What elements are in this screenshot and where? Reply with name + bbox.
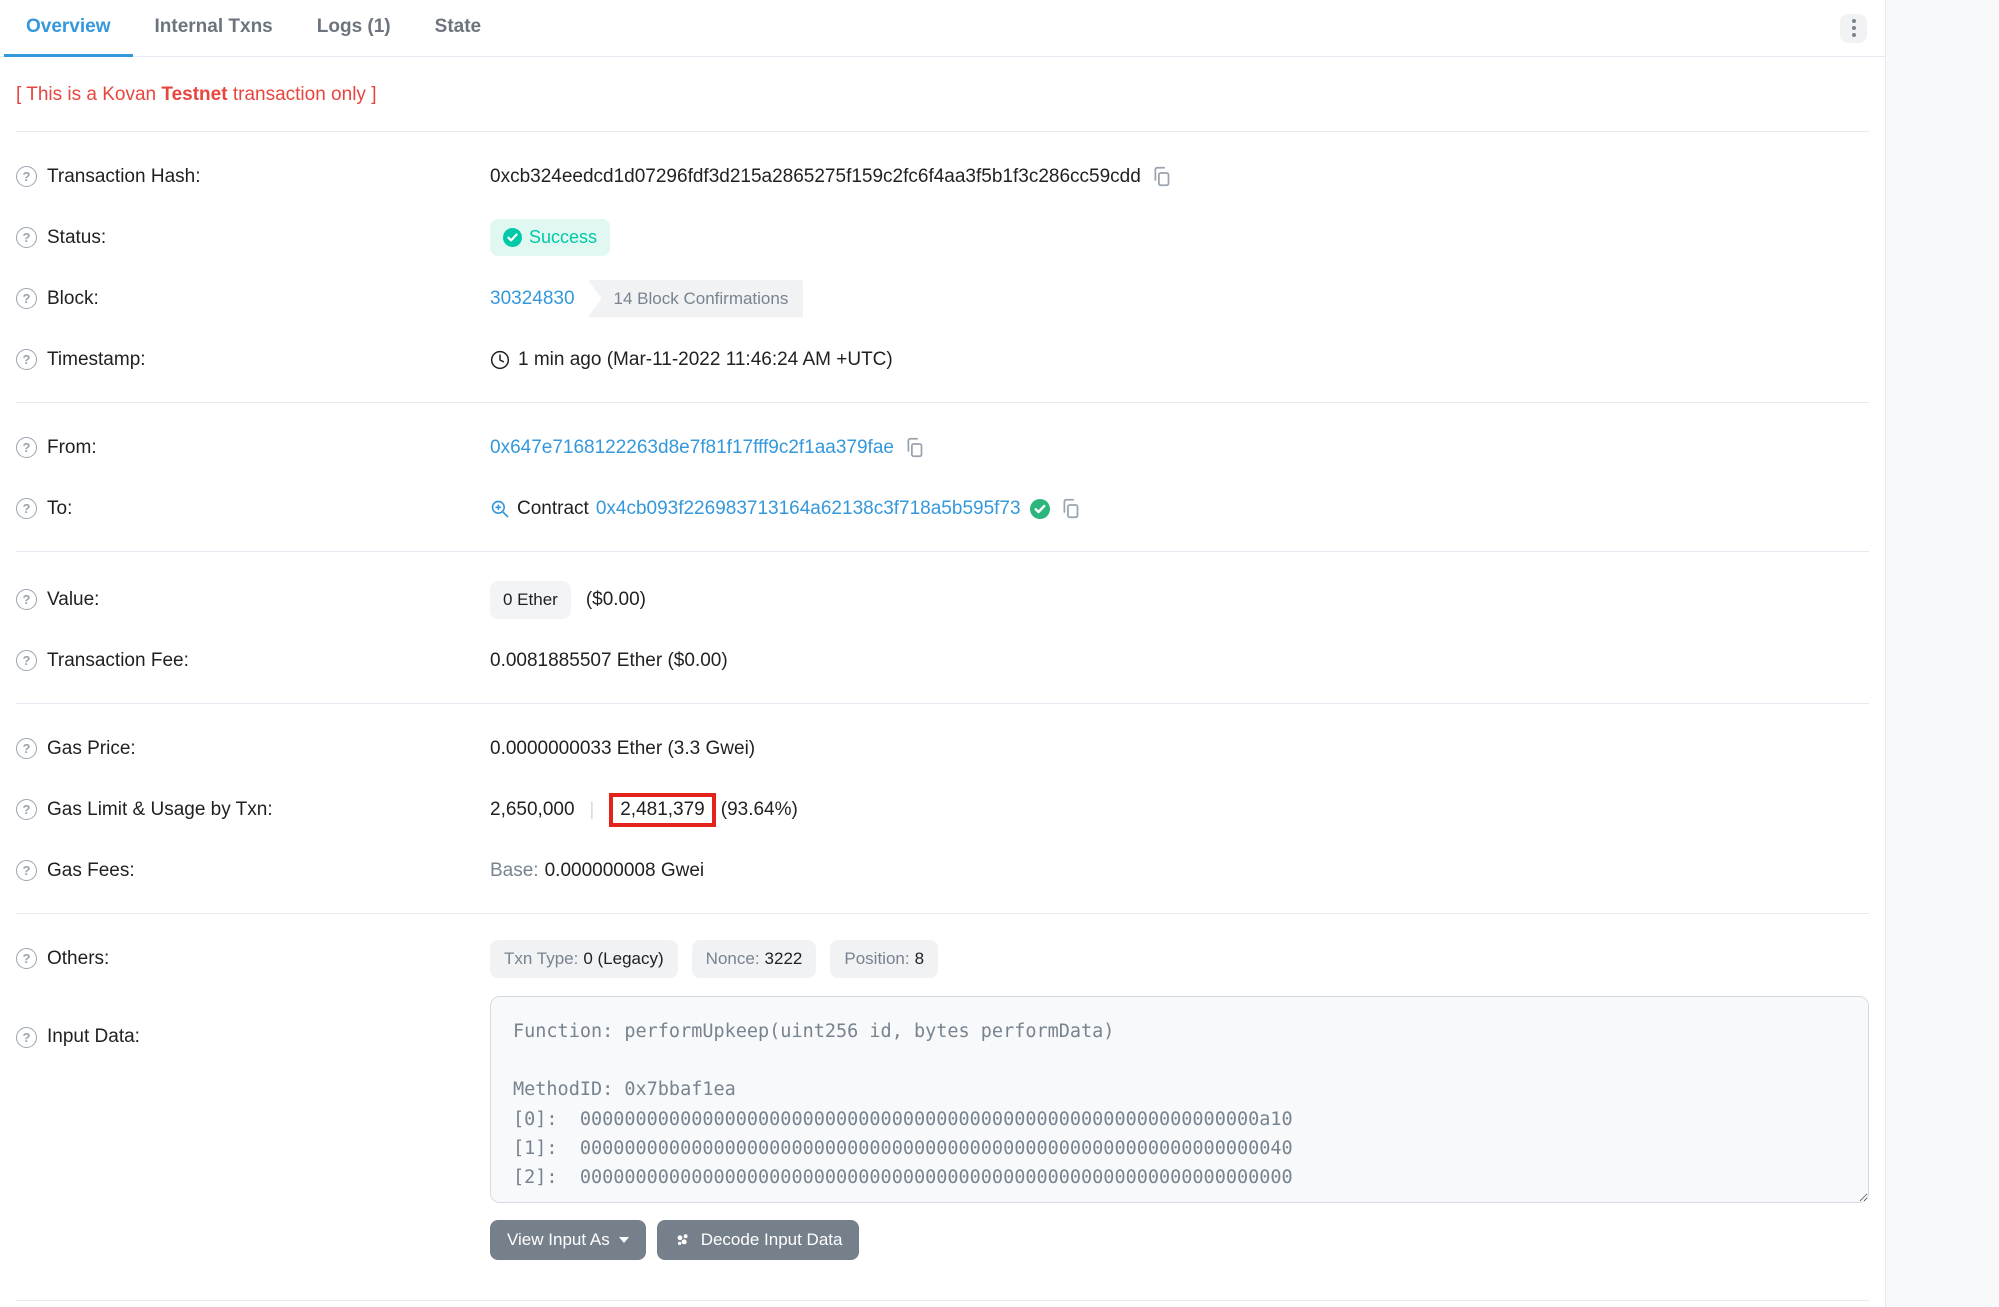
tab-bar: Overview Internal Txns Logs (1) State	[0, 0, 1885, 57]
help-icon[interactable]: ?	[16, 738, 37, 759]
row-others: ? Others: Txn Type: 0 (Legacy) Nonce: 32…	[16, 928, 1869, 989]
section-summary: ? Transaction Hash: 0xcb324eedcd1d07296f…	[0, 132, 1885, 402]
input-data-textarea[interactable]: Function: performUpkeep(uint256 id, byte…	[490, 996, 1869, 1203]
help-icon[interactable]: ?	[16, 948, 37, 969]
decode-icon	[674, 1231, 692, 1249]
copy-icon[interactable]	[904, 437, 925, 458]
search-plus-icon[interactable]	[490, 499, 510, 519]
gas-used-value: 2,481,379	[620, 799, 705, 820]
row-transaction-fee: ? Transaction Fee: 0.0081885507 Ether ($…	[16, 630, 1869, 691]
base-fee-value: 0.000000008 Gwei	[545, 860, 705, 882]
help-icon[interactable]: ?	[16, 589, 37, 610]
status-label: Status:	[47, 227, 106, 249]
block-label: Block:	[47, 288, 99, 310]
to-address-link[interactable]: 0x4cb093f226983713164a62138c3f718a5b595f…	[596, 498, 1021, 520]
tab-state[interactable]: State	[413, 0, 503, 57]
ether-value-badge: 0 Ether	[490, 581, 571, 619]
gas-limit-label: Gas Limit & Usage by Txn:	[47, 799, 273, 821]
help-icon[interactable]: ?	[16, 650, 37, 671]
copy-icon[interactable]	[1151, 166, 1172, 187]
gas-limit-value: 2,650,000	[490, 799, 575, 821]
tab-internal-txns[interactable]: Internal Txns	[133, 0, 295, 57]
gas-price-value: 0.0000000033 Ether (3.3 Gwei)	[490, 738, 755, 760]
help-icon[interactable]: ?	[16, 288, 37, 309]
from-address-link[interactable]: 0x647e7168122263d8e7f81f17fff9c2f1aa379f…	[490, 437, 894, 459]
help-icon[interactable]: ?	[16, 860, 37, 881]
divider	[16, 1300, 1869, 1301]
gas-fees-label: Gas Fees:	[47, 860, 135, 882]
timestamp-label: Timestamp:	[47, 349, 146, 371]
row-timestamp: ? Timestamp: 1 min ago (Mar-11-2022 11:4…	[16, 329, 1869, 390]
chevron-down-icon	[619, 1237, 629, 1243]
to-label: To:	[47, 498, 72, 520]
transaction-fee-value: 0.0081885507 Ether ($0.00)	[490, 650, 728, 672]
section-addresses: ? From: 0x647e7168122263d8e7f81f17fff9c2…	[0, 403, 1885, 551]
input-data-actions: View Input As Decode Input Data	[490, 1220, 1869, 1260]
others-label: Others:	[47, 948, 109, 970]
transaction-hash-value: 0xcb324eedcd1d07296fdf3d215a2865275f159c…	[490, 166, 1141, 188]
block-number-link[interactable]: 30324830	[490, 288, 575, 310]
row-gas-limit-usage: ? Gas Limit & Usage by Txn: 2,650,000 | …	[16, 779, 1869, 840]
row-to: ? To: Contract 0x4cb093f226983713164a621…	[16, 478, 1869, 539]
help-icon[interactable]: ?	[16, 1027, 37, 1048]
decode-input-data-button[interactable]: Decode Input Data	[657, 1220, 860, 1260]
help-icon[interactable]: ?	[16, 166, 37, 187]
copy-icon[interactable]	[1060, 498, 1081, 519]
position-badge: Position: 8	[830, 940, 938, 978]
testnet-notice: [ This is a Kovan Testnet transaction on…	[0, 57, 1885, 131]
help-icon[interactable]: ?	[16, 227, 37, 248]
block-confirmations-badge: 14 Block Confirmations	[588, 280, 804, 318]
help-icon[interactable]: ?	[16, 498, 37, 519]
row-input-data: ? Input Data: Function: performUpkeep(ui…	[16, 996, 1869, 1260]
kebab-icon	[1852, 19, 1856, 23]
row-gas-fees: ? Gas Fees: Base: 0.000000008 Gwei	[16, 840, 1869, 901]
tab-overview[interactable]: Overview	[4, 0, 133, 57]
timestamp-value: 1 min ago (Mar-11-2022 11:46:24 AM +UTC)	[518, 349, 893, 371]
help-icon[interactable]: ?	[16, 437, 37, 458]
tab-logs[interactable]: Logs (1)	[295, 0, 413, 57]
clock-icon	[490, 350, 510, 370]
row-from: ? From: 0x647e7168122263d8e7f81f17fff9c2…	[16, 417, 1869, 478]
section-gas: ? Gas Price: 0.0000000033 Ether (3.3 Gwe…	[0, 704, 1885, 913]
section-others-input: ? Others: Txn Type: 0 (Legacy) Nonce: 32…	[0, 914, 1885, 1272]
transaction-details-card: Overview Internal Txns Logs (1) State [ …	[0, 0, 1886, 1307]
row-gas-price: ? Gas Price: 0.0000000033 Ether (3.3 Gwe…	[16, 718, 1869, 779]
row-block: ? Block: 30324830 14 Block Confirmations	[16, 268, 1869, 329]
gas-price-label: Gas Price:	[47, 738, 136, 760]
help-icon[interactable]: ?	[16, 349, 37, 370]
view-input-as-button[interactable]: View Input As	[490, 1220, 646, 1260]
row-value: ? Value: 0 Ether ($0.00)	[16, 569, 1869, 630]
transaction-fee-label: Transaction Fee:	[47, 650, 189, 672]
kebab-menu-button[interactable]	[1840, 14, 1867, 43]
nonce-badge: Nonce: 3222	[692, 940, 817, 978]
section-value: ? Value: 0 Ether ($0.00) ? Transaction F…	[0, 552, 1885, 703]
input-data-label: Input Data:	[47, 1026, 140, 1048]
from-label: From:	[47, 437, 97, 459]
contract-prefix: Contract	[517, 498, 589, 520]
gas-used-percent: (93.64%)	[721, 799, 798, 821]
row-transaction-hash: ? Transaction Hash: 0xcb324eedcd1d07296f…	[16, 146, 1869, 207]
help-icon[interactable]: ?	[16, 799, 37, 820]
row-status: ? Status: Success	[16, 207, 1869, 268]
value-label: Value:	[47, 589, 99, 611]
separator-bar: |	[590, 799, 595, 820]
annotation-red-box: 2,481,379	[609, 793, 716, 827]
check-circle-icon	[503, 228, 522, 247]
transaction-hash-label: Transaction Hash:	[47, 166, 200, 188]
verified-check-icon	[1030, 499, 1050, 519]
value-usd: ($0.00)	[586, 589, 646, 611]
base-fee-label: Base:	[490, 860, 539, 882]
status-badge: Success	[490, 219, 610, 256]
txn-type-badge: Txn Type: 0 (Legacy)	[490, 940, 678, 978]
